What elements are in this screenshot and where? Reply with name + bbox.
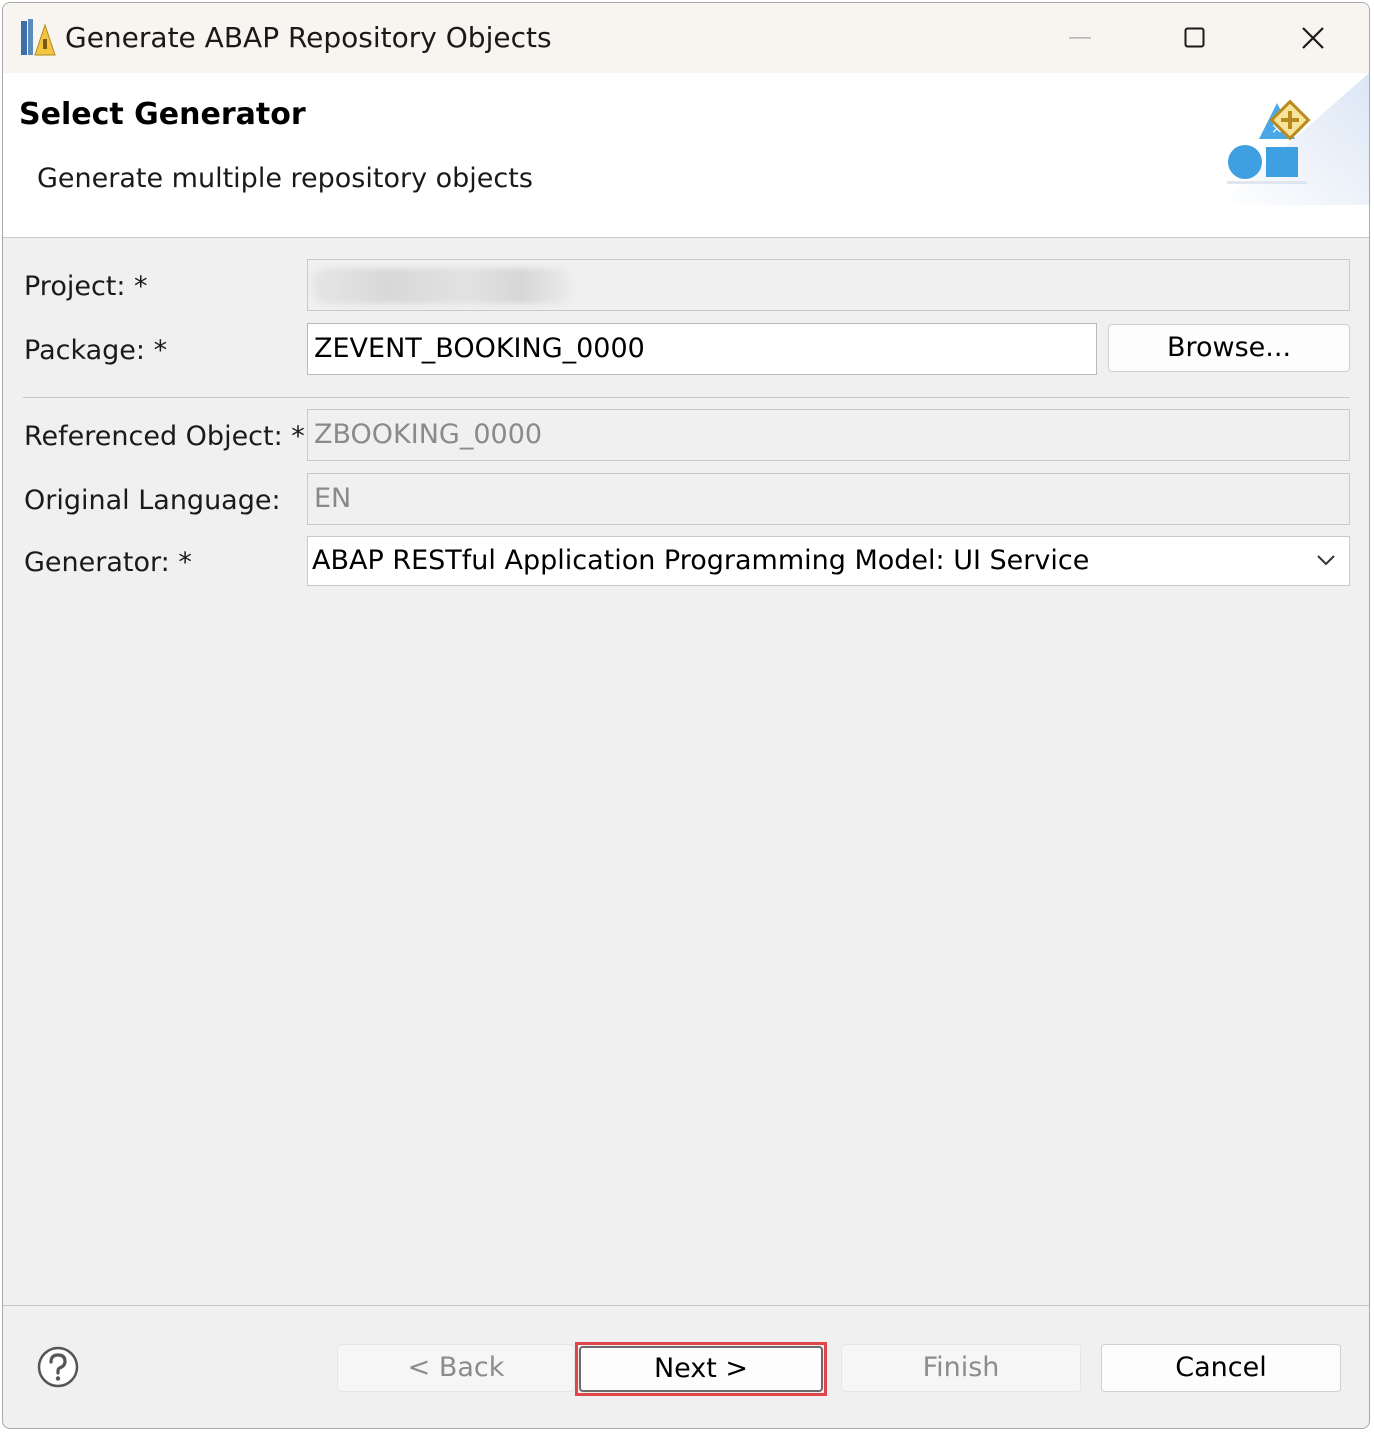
footer-separator (3, 1305, 1369, 1306)
maximize-icon (1184, 27, 1205, 48)
chevron-down-icon (1317, 555, 1335, 566)
close-button[interactable] (1255, 3, 1369, 73)
wizard-banner: Select Generator Generate multiple repos… (3, 73, 1369, 238)
minimize-icon (1069, 37, 1091, 39)
generator-select[interactable]: ABAP RESTful Application Programming Mod… (307, 536, 1350, 586)
help-icon[interactable] (37, 1346, 79, 1388)
title-bar: Generate ABAP Repository Objects (3, 3, 1369, 73)
cancel-button[interactable]: Cancel (1101, 1344, 1341, 1392)
package-input[interactable]: ZEVENT_BOOKING_0000 (307, 323, 1097, 375)
referenced-object-field: ZBOOKING_0000 (307, 409, 1350, 461)
finish-button[interactable]: Finish (841, 1344, 1081, 1392)
page-description: Generate multiple repository objects (37, 163, 533, 194)
referenced-object-label: Referenced Object: * (24, 421, 305, 452)
original-language-field: EN (307, 473, 1350, 525)
back-button[interactable]: < Back (337, 1344, 575, 1392)
project-field[interactable] (307, 259, 1350, 311)
generator-selected-value: ABAP RESTful Application Programming Mod… (312, 545, 1090, 576)
page-title: Select Generator (19, 97, 306, 132)
project-label: Project: * (24, 271, 148, 302)
original-language-label: Original Language: (24, 485, 281, 516)
window-title: Generate ABAP Repository Objects (65, 21, 552, 54)
eclipse-abap-app-icon (21, 19, 56, 56)
package-label: Package: * (24, 335, 168, 366)
generator-label: Generator: * (24, 547, 192, 578)
form-separator (23, 397, 1350, 398)
maximize-button[interactable] (1137, 3, 1253, 73)
repository-objects-wizard-icon: × (1219, 73, 1369, 205)
close-icon (1302, 27, 1324, 49)
dialog-window: Generate ABAP Repository Objects Select … (2, 2, 1370, 1429)
redacted-project-name (312, 268, 572, 304)
next-button-highlight (575, 1342, 827, 1396)
minimize-button[interactable] (1023, 3, 1139, 73)
browse-button[interactable]: Browse... (1108, 324, 1350, 372)
